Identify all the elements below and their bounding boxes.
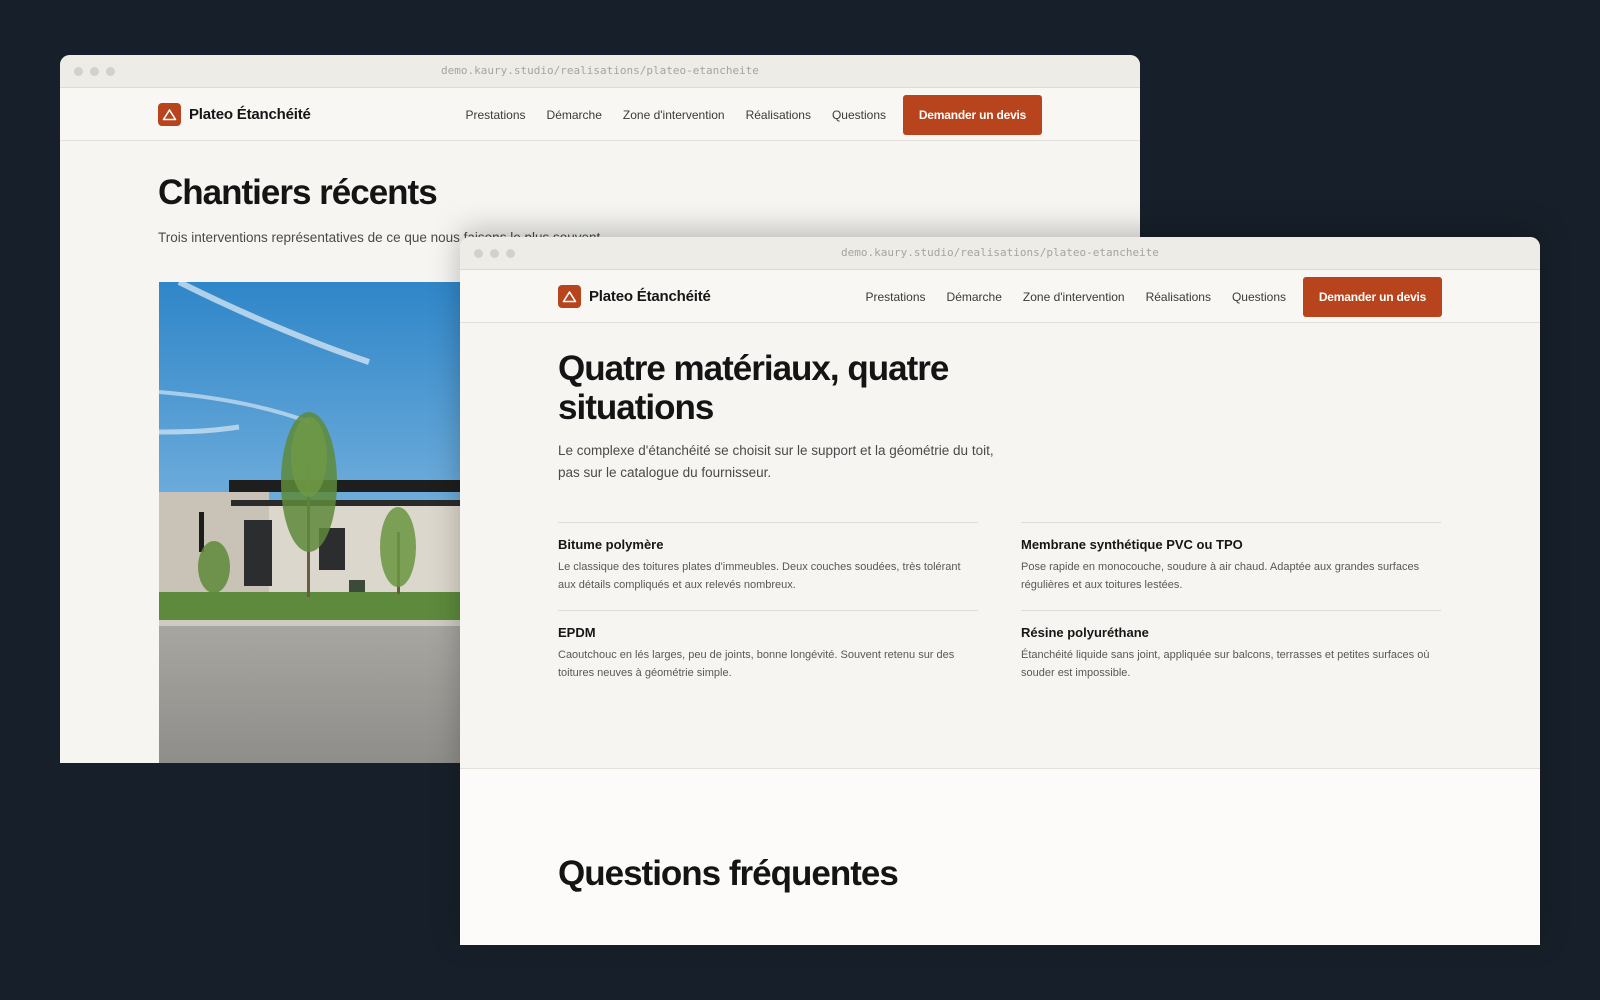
material-item: Membrane synthétique PVC ou TPO Pose rap… <box>1021 522 1441 610</box>
nav-link-zone[interactable]: Zone d'intervention <box>1023 290 1125 304</box>
site-header: Plateo Étanchéité Prestations Démarche Z… <box>60 88 1140 141</box>
nav-link-zone[interactable]: Zone d'intervention <box>623 108 725 122</box>
nav-link-demarche[interactable]: Démarche <box>947 290 1002 304</box>
faq-title: Questions fréquentes <box>558 854 899 893</box>
material-title: Bitume polymère <box>558 537 664 552</box>
browser-chrome: demo.kaury.studio/realisations/plateo-et… <box>60 55 1140 88</box>
material-title: Membrane synthétique PVC ou TPO <box>1021 537 1243 552</box>
nav-link-prestations[interactable]: Prestations <box>866 290 926 304</box>
brand[interactable]: Plateo Étanchéité <box>158 103 311 126</box>
main-nav: Prestations Démarche Zone d'intervention… <box>845 277 1442 317</box>
browser-window-front: demo.kaury.studio/realisations/plateo-et… <box>460 237 1540 945</box>
brand-name: Plateo Étanchéité <box>589 288 711 305</box>
main-nav: Prestations Démarche Zone d'intervention… <box>445 95 1042 135</box>
section-subtitle: Le complexe d'étanchéité se choisit sur … <box>558 443 994 480</box>
site-header: Plateo Étanchéité Prestations Démarche Z… <box>460 270 1540 323</box>
nav-link-realisations[interactable]: Réalisations <box>1146 290 1211 304</box>
material-title: Résine polyuréthane <box>1021 625 1149 640</box>
material-description: Caoutchouc en lés larges, peu de joints,… <box>558 649 955 679</box>
roof-logo-icon <box>158 103 181 126</box>
brand[interactable]: Plateo Étanchéité <box>558 285 711 308</box>
roof-logo-icon <box>558 285 581 308</box>
faq-section: Questions fréquentes <box>460 768 1540 945</box>
page-title: Chantiers récents <box>158 173 438 212</box>
nav-link-prestations[interactable]: Prestations <box>466 108 526 122</box>
materials-grid: Bitume polymère Le classique des toiture… <box>558 522 1441 698</box>
material-description: Étanchéité liquide sans joint, appliquée… <box>1021 649 1430 679</box>
nav-link-questions[interactable]: Questions <box>832 108 886 122</box>
material-description: Pose rapide en monocouche, soudure à air… <box>1021 561 1420 591</box>
nav-link-demarche[interactable]: Démarche <box>547 108 602 122</box>
material-item: Bitume polymère Le classique des toiture… <box>558 522 978 610</box>
quote-request-button[interactable]: Demander un devis <box>903 95 1042 135</box>
quote-request-button[interactable]: Demander un devis <box>1303 277 1442 317</box>
address-bar[interactable]: demo.kaury.studio/realisations/plateo-et… <box>460 246 1540 259</box>
nav-link-realisations[interactable]: Réalisations <box>746 108 811 122</box>
material-item: Résine polyuréthane Étanchéité liquide s… <box>1021 610 1441 698</box>
material-title: EPDM <box>558 625 596 640</box>
material-item: EPDM Caoutchouc en lés larges, peu de jo… <box>558 610 978 698</box>
section-title: Quatre matériaux, quatre situations <box>558 349 949 428</box>
nav-link-questions[interactable]: Questions <box>1232 290 1286 304</box>
brand-name: Plateo Étanchéité <box>189 106 311 123</box>
material-description: Le classique des toitures plates d'immeu… <box>558 561 961 591</box>
address-bar[interactable]: demo.kaury.studio/realisations/plateo-et… <box>60 64 1140 77</box>
browser-chrome: demo.kaury.studio/realisations/plateo-et… <box>460 237 1540 270</box>
